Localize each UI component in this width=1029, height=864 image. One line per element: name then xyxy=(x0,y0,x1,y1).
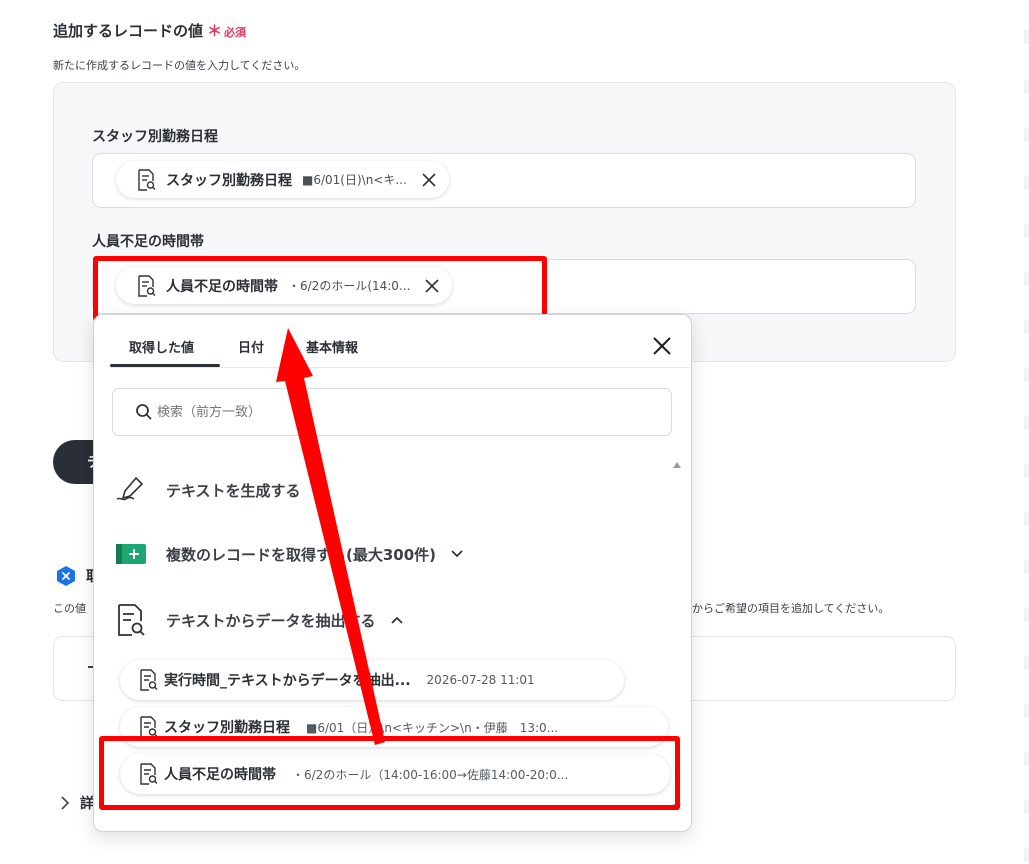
section-title-text: 追加するレコードの値 xyxy=(53,22,204,40)
chevron-down-icon xyxy=(315,486,328,494)
tab-date[interactable]: 日付 xyxy=(238,337,264,356)
kintone-badge-icon xyxy=(57,566,75,586)
category-extract-data[interactable]: テキストからデータを抽出する xyxy=(114,603,404,637)
item-value: ■6/01（日）\n<キッチン>\n・伊藤 13:0... xyxy=(306,720,559,735)
category-label: テキストを生成する xyxy=(166,481,301,500)
category-label: 複数のレコードを取得する(最大300件) xyxy=(166,545,437,564)
annotation-highlight-item xyxy=(99,736,680,810)
remove-chip-icon[interactable] xyxy=(421,172,437,188)
tab-basic-info[interactable]: 基本情報 xyxy=(306,337,358,356)
search-field[interactable] xyxy=(112,388,672,436)
chip-name: スタッフ別勤務日程 xyxy=(166,172,292,189)
field-label-shortage-hours: 人員不足の時間帯 xyxy=(92,234,204,250)
document-search-icon xyxy=(140,716,158,738)
chevron-right-icon[interactable] xyxy=(58,796,72,810)
item-value: 2026-07-28 11:01 xyxy=(426,673,535,687)
value-item-execution-time[interactable]: 実行時間_テキストからデータを抽出... 2026-07-28 11:01 xyxy=(120,660,624,700)
side-description-right: からご希望の項目を追加してください。 xyxy=(692,602,890,615)
annotation-highlight-field xyxy=(93,256,547,321)
active-tab-indicator xyxy=(110,364,220,367)
search-input[interactable] xyxy=(157,404,637,420)
value-chip-staff-schedule[interactable]: スタッフ別勤務日程 ■6/01(日)\n<キ... xyxy=(116,161,449,198)
section-description: 新たに作成するレコードの値を入力してください。 xyxy=(53,59,306,72)
document-search-icon xyxy=(138,168,156,191)
scroll-up-arrow-icon[interactable] xyxy=(672,461,682,469)
section-title: 追加するレコードの値＊必須 xyxy=(53,20,246,41)
document-search-icon xyxy=(140,669,158,691)
details-toggle-label[interactable]: 詳 xyxy=(80,793,94,813)
tab-divider xyxy=(110,367,690,368)
required-label: 必須 xyxy=(224,26,247,39)
field-label-staff-schedule: スタッフ別勤務日程 xyxy=(92,129,218,145)
required-star: ＊ xyxy=(207,22,223,40)
side-description-left: この値 xyxy=(53,602,86,615)
category-get-multiple-records[interactable]: 複数のレコードを取得する(最大300件) xyxy=(114,537,464,571)
category-label: テキストからデータを抽出する xyxy=(166,611,376,630)
right-edge-strip xyxy=(1022,0,1029,864)
tab-acquired-values[interactable]: 取得した値 xyxy=(129,337,194,356)
close-icon[interactable] xyxy=(651,335,673,357)
chip-value: ■6/01(日)\n<キ... xyxy=(302,173,407,187)
table-add-icon xyxy=(116,544,146,564)
chevron-up-icon xyxy=(390,616,403,624)
search-icon xyxy=(136,404,152,420)
document-search-icon xyxy=(118,604,145,636)
pen-icon xyxy=(116,476,144,501)
item-name: 実行時間_テキストからデータを抽出... xyxy=(164,673,411,689)
item-name: スタッフ別勤務日程 xyxy=(164,720,290,736)
category-generate-text[interactable]: テキストを生成する xyxy=(114,473,329,507)
chevron-down-icon xyxy=(451,550,463,558)
